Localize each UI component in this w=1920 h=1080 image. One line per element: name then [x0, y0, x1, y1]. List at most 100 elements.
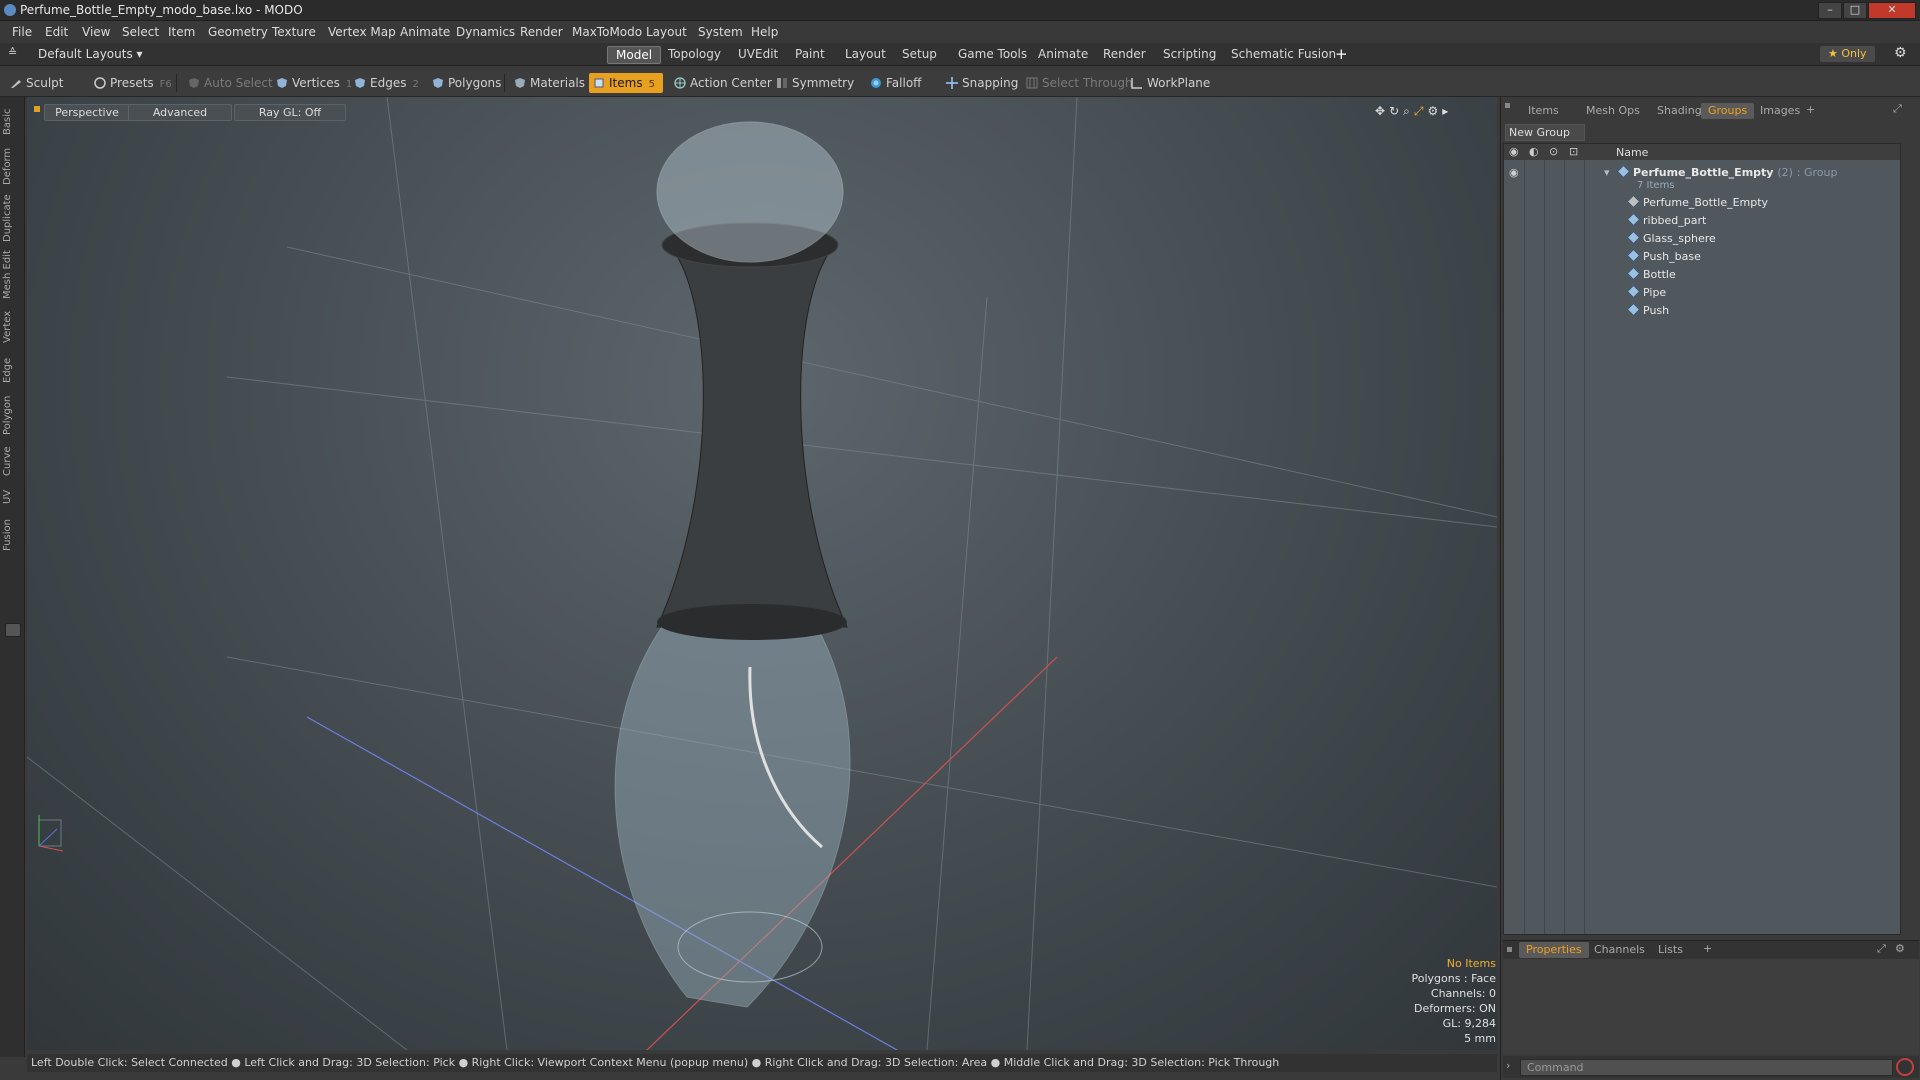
side-tab-polygon[interactable]: Polygon	[2, 393, 22, 437]
menu-item[interactable]: Item	[168, 25, 195, 39]
menu-dynamics[interactable]: Dynamics	[456, 25, 515, 39]
tab-paint[interactable]: Paint	[787, 46, 833, 62]
fit-icon[interactable]: ⤢	[1414, 104, 1428, 118]
command-arrow-icon[interactable]: ›	[1506, 1059, 1510, 1072]
tab-mesh-ops[interactable]: Mesh Ops	[1579, 103, 1647, 119]
tab-groups[interactable]: Groups	[1701, 103, 1755, 119]
list-item[interactable]: ribbed_part	[1504, 212, 1900, 230]
snapping-button[interactable]: Snapping	[942, 73, 1024, 93]
tab-model[interactable]: Model	[607, 46, 662, 64]
list-item[interactable]: Push	[1504, 302, 1900, 320]
lock-column-icon[interactable]: ⊙	[1549, 145, 1558, 158]
side-panel-toggle[interactable]	[5, 623, 21, 637]
rotate-icon[interactable]: ↻	[1389, 104, 1403, 118]
side-tab-basic[interactable]: Basic	[2, 105, 22, 139]
side-tab-vertex[interactable]: Vertex	[2, 307, 22, 347]
polygons-button[interactable]: Polygons	[428, 73, 507, 93]
properties-gear-icon[interactable]: ⚙	[1895, 942, 1905, 955]
edges-button[interactable]: Edges 2	[350, 73, 425, 93]
viewport-nav-icons[interactable]: ✥↻⌕⤢⚙▸	[1375, 104, 1452, 119]
raygl-button[interactable]: Ray GL: Off	[234, 104, 346, 121]
close-button[interactable]: ✕	[1868, 2, 1916, 19]
auto-select-button[interactable]: Auto Select	[184, 73, 279, 93]
command-input[interactable]: Command	[1520, 1059, 1893, 1076]
menu-vertex-map[interactable]: Vertex Map	[328, 25, 396, 39]
items-button[interactable]: Items 5	[589, 73, 663, 93]
side-tab-deform[interactable]: Deform	[2, 145, 22, 187]
layout-selector[interactable]: Default Layouts ▾	[38, 47, 143, 61]
record-icon[interactable]	[1896, 1058, 1914, 1076]
tab-uvedit[interactable]: UVEdit	[730, 46, 786, 62]
menu-layout[interactable]: Layout	[646, 25, 687, 39]
falloff-button[interactable]: Falloff	[866, 73, 927, 93]
tab-channels[interactable]: Channels	[1587, 942, 1652, 958]
action-center-button[interactable]: Action Center	[670, 73, 778, 93]
menu-geometry[interactable]: Geometry	[208, 25, 268, 39]
add-tab-icon[interactable]: +	[1335, 45, 1348, 63]
presets-button[interactable]: Presets F6	[90, 73, 178, 93]
symmetry-button[interactable]: Symmetry	[772, 73, 860, 93]
visibility-column-icon[interactable]: ◉	[1509, 145, 1519, 158]
tab-shading[interactable]: Shading	[1650, 103, 1709, 119]
list-item[interactable]: Push_base	[1504, 248, 1900, 266]
view-mode-button[interactable]: Perspective	[44, 104, 130, 121]
properties-menu-icon[interactable]	[1507, 947, 1512, 952]
menu-edit[interactable]: Edit	[45, 25, 68, 39]
side-tab-edge[interactable]: Edge	[2, 353, 22, 387]
workplane-button[interactable]: WorkPlane	[1127, 73, 1216, 93]
menu-animate[interactable]: Animate	[400, 25, 450, 39]
list-item[interactable]: Bottle	[1504, 266, 1900, 284]
shading-mode-button[interactable]: Advanced	[128, 104, 232, 121]
maximize-button[interactable]: □	[1843, 2, 1867, 19]
panel-menu-icon[interactable]	[1505, 103, 1510, 108]
list-item[interactable]: Perfume_Bottle_Empty	[1504, 194, 1900, 212]
pan-icon[interactable]: ✥	[1375, 104, 1389, 118]
minimize-button[interactable]: –	[1818, 2, 1842, 19]
properties-expand-icon[interactable]: ⤢	[1877, 942, 1886, 956]
name-column-header[interactable]: Name	[1616, 146, 1648, 159]
tab-game-tools[interactable]: Game Tools	[950, 46, 1035, 62]
tab-topology[interactable]: Topology	[660, 46, 729, 62]
tab-items[interactable]: Items	[1521, 103, 1566, 119]
menu-maxtomodo[interactable]: MaxToModo	[572, 25, 642, 39]
gear-icon[interactable]: ⚙	[1894, 45, 1907, 61]
viewport-menu-icon[interactable]	[34, 106, 40, 112]
layout-expand-icon[interactable]: ≙	[8, 46, 17, 59]
side-tab-mesh-edit[interactable]: Mesh Edit	[2, 249, 22, 301]
menu-system[interactable]: System	[698, 25, 743, 39]
tab-layout[interactable]: Layout	[837, 46, 894, 62]
new-group-button[interactable]: New Group	[1505, 124, 1585, 141]
zoom-icon[interactable]: ⌕	[1403, 104, 1414, 118]
tab-lists[interactable]: Lists	[1651, 942, 1690, 958]
menu-texture[interactable]: Texture	[272, 25, 316, 39]
add-properties-tab-icon[interactable]: +	[1703, 942, 1712, 955]
tab-scripting[interactable]: Scripting	[1155, 46, 1224, 62]
tab-animate[interactable]: Animate	[1030, 46, 1096, 62]
list-item[interactable]: Glass_sphere	[1504, 230, 1900, 248]
materials-button[interactable]: Materials	[510, 73, 591, 93]
select-column-icon[interactable]: ⊡	[1569, 145, 1578, 158]
side-tab-curve[interactable]: Curve	[2, 443, 22, 479]
tab-setup[interactable]: Setup	[894, 46, 945, 62]
side-tab-fusion[interactable]: Fusion	[2, 515, 22, 555]
groups-list[interactable]: ◉ ◐ ⊙ ⊡ Name ◉ ▾ Perfume_Bottle_Empty (2…	[1503, 143, 1901, 935]
menu-select[interactable]: Select	[122, 25, 159, 39]
viewport-settings-icon[interactable]: ⚙	[1427, 104, 1442, 118]
3d-viewport[interactable]	[27, 97, 1497, 1050]
sculpt-button[interactable]: Sculpt	[6, 73, 90, 93]
panel-expand-icon[interactable]: ⤢	[1893, 102, 1902, 116]
menu-view[interactable]: View	[82, 25, 110, 39]
viewport-arrow-icon[interactable]: ▸	[1442, 104, 1452, 118]
side-tab-uv[interactable]: UV	[2, 485, 22, 509]
add-panel-tab-icon[interactable]: +	[1806, 103, 1815, 116]
tab-schematic-fusion[interactable]: Schematic Fusion	[1223, 46, 1344, 62]
tab-render[interactable]: Render	[1095, 46, 1154, 62]
vertices-button[interactable]: Vertices 1	[272, 73, 358, 93]
render-column-icon[interactable]: ◐	[1529, 145, 1539, 158]
menu-render[interactable]: Render	[520, 25, 563, 39]
menu-file[interactable]: File	[12, 25, 32, 39]
menu-help[interactable]: Help	[751, 25, 778, 39]
tab-images[interactable]: Images	[1753, 103, 1807, 119]
tab-properties[interactable]: Properties	[1519, 942, 1589, 958]
select-through-button[interactable]: Select Through	[1022, 73, 1139, 93]
